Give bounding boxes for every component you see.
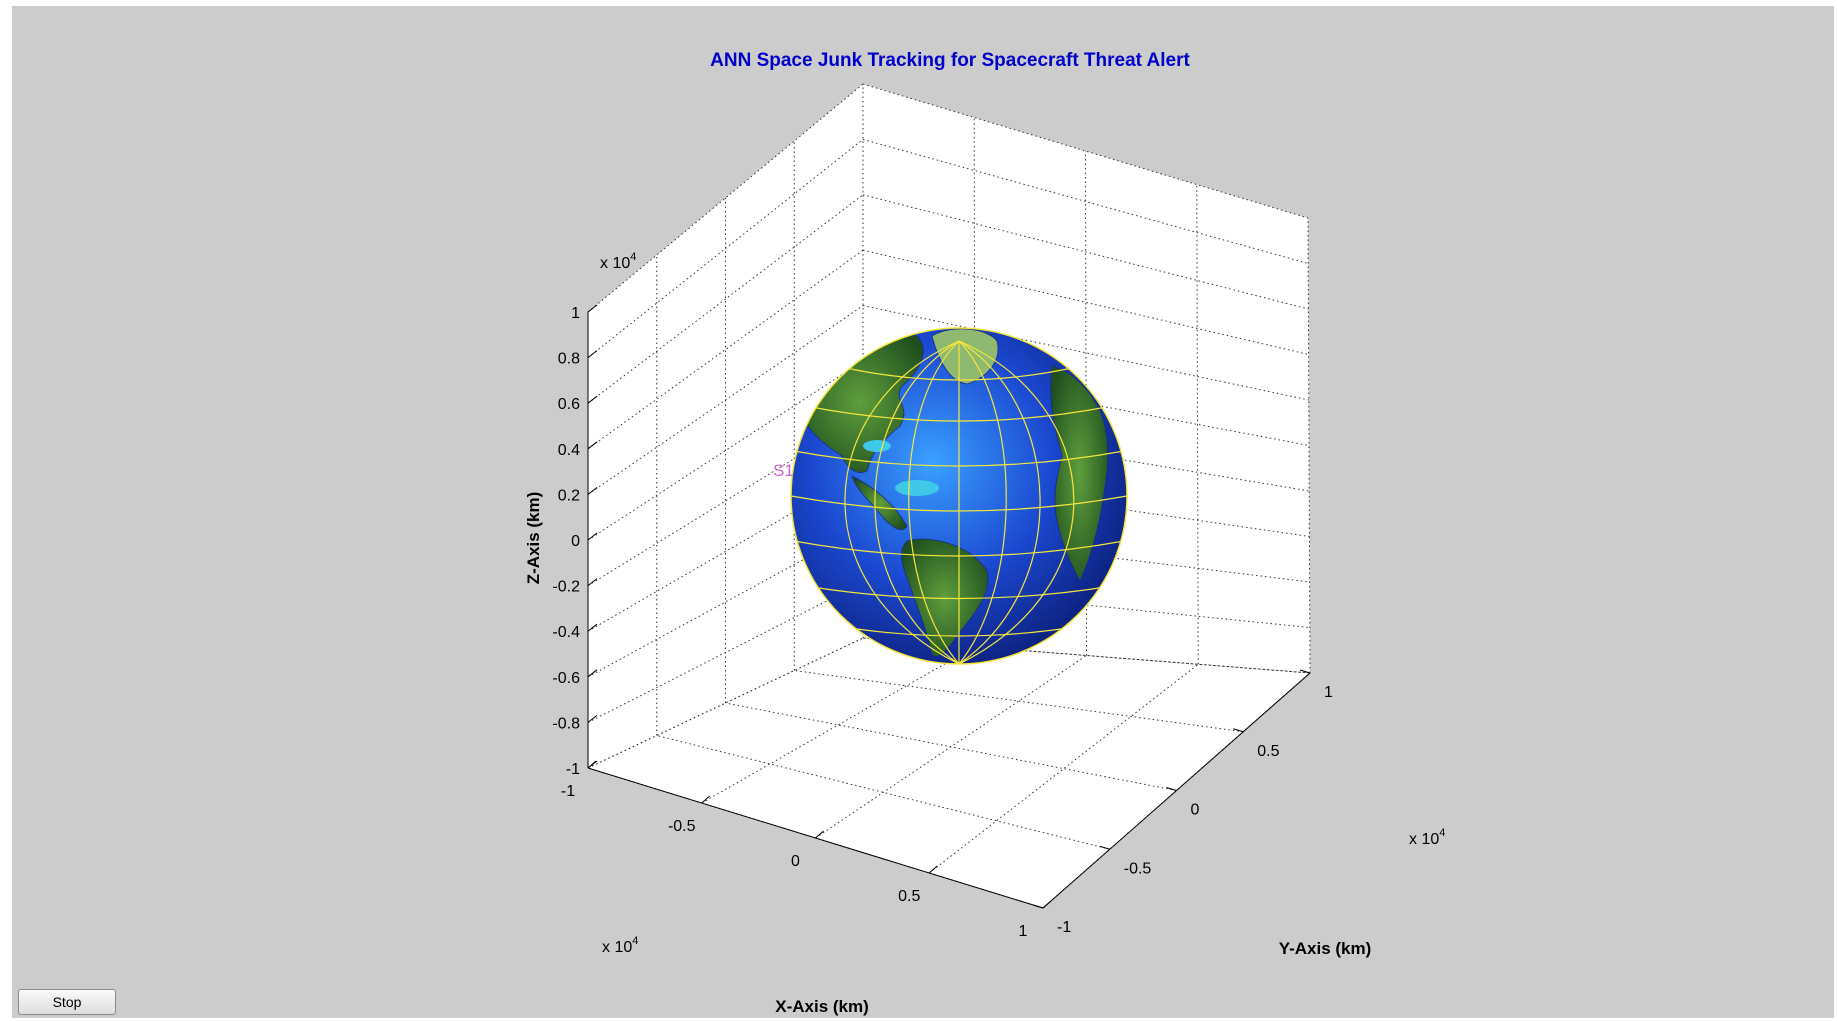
earth-globe xyxy=(790,327,1128,665)
z-axis-exponent: x 104 xyxy=(600,251,636,272)
x-tick-label: -1 xyxy=(561,783,575,800)
z-tick-label: -1 xyxy=(566,761,580,778)
y-axis-label: Y-Axis (km) xyxy=(1279,939,1372,958)
z-axis-tick-labels: 1 0.8 0.6 0.4 0.2 0 -0.2 -0.4 -0.6 -0.8 -1 xyxy=(552,305,580,778)
chart-title: ANN Space Junk Tracking for Spacecraft T… xyxy=(710,50,1190,71)
y-tick-label: 0 xyxy=(1191,802,1200,819)
z-tick-label: -0.2 xyxy=(552,579,580,596)
z-tick-label: 0.4 xyxy=(558,442,580,459)
z-tick-label: 0 xyxy=(571,533,580,550)
y-tick-label: 0.5 xyxy=(1257,743,1279,760)
y-tick-label: 1 xyxy=(1324,684,1333,701)
plot-area: ANN Space Junk Tracking for Spacecraft T… xyxy=(524,50,1445,1016)
z-tick-label: 0.2 xyxy=(558,487,580,504)
satellite-label: S1 xyxy=(773,461,794,480)
x-tick-label: -0.5 xyxy=(668,818,696,835)
z-tick-label: -0.6 xyxy=(552,670,580,687)
x-tick-label: 0 xyxy=(791,853,800,870)
z-tick-label: 0.6 xyxy=(558,396,580,413)
figure-window: ANN Space Junk Tracking for Spacecraft T… xyxy=(12,6,1834,1018)
x-axis-label: X-Axis (km) xyxy=(775,997,869,1016)
stop-button[interactable]: Stop xyxy=(18,989,116,1015)
z-tick-label: 0.8 xyxy=(558,351,580,368)
z-axis-label: Z-Axis (km) xyxy=(524,492,543,585)
y-tick-label: -1 xyxy=(1057,919,1071,936)
y-axis-exponent: x 104 xyxy=(1409,827,1445,848)
x-tick-label: 1 xyxy=(1019,923,1028,940)
x-axis-exponent: x 104 xyxy=(602,935,638,956)
x-tick-label: 0.5 xyxy=(898,888,920,905)
z-tick-label: -0.4 xyxy=(552,624,580,641)
y-tick-label: -0.5 xyxy=(1124,860,1152,877)
z-tick-label: 1 xyxy=(571,305,580,322)
z-tick-label: -0.8 xyxy=(552,715,580,732)
